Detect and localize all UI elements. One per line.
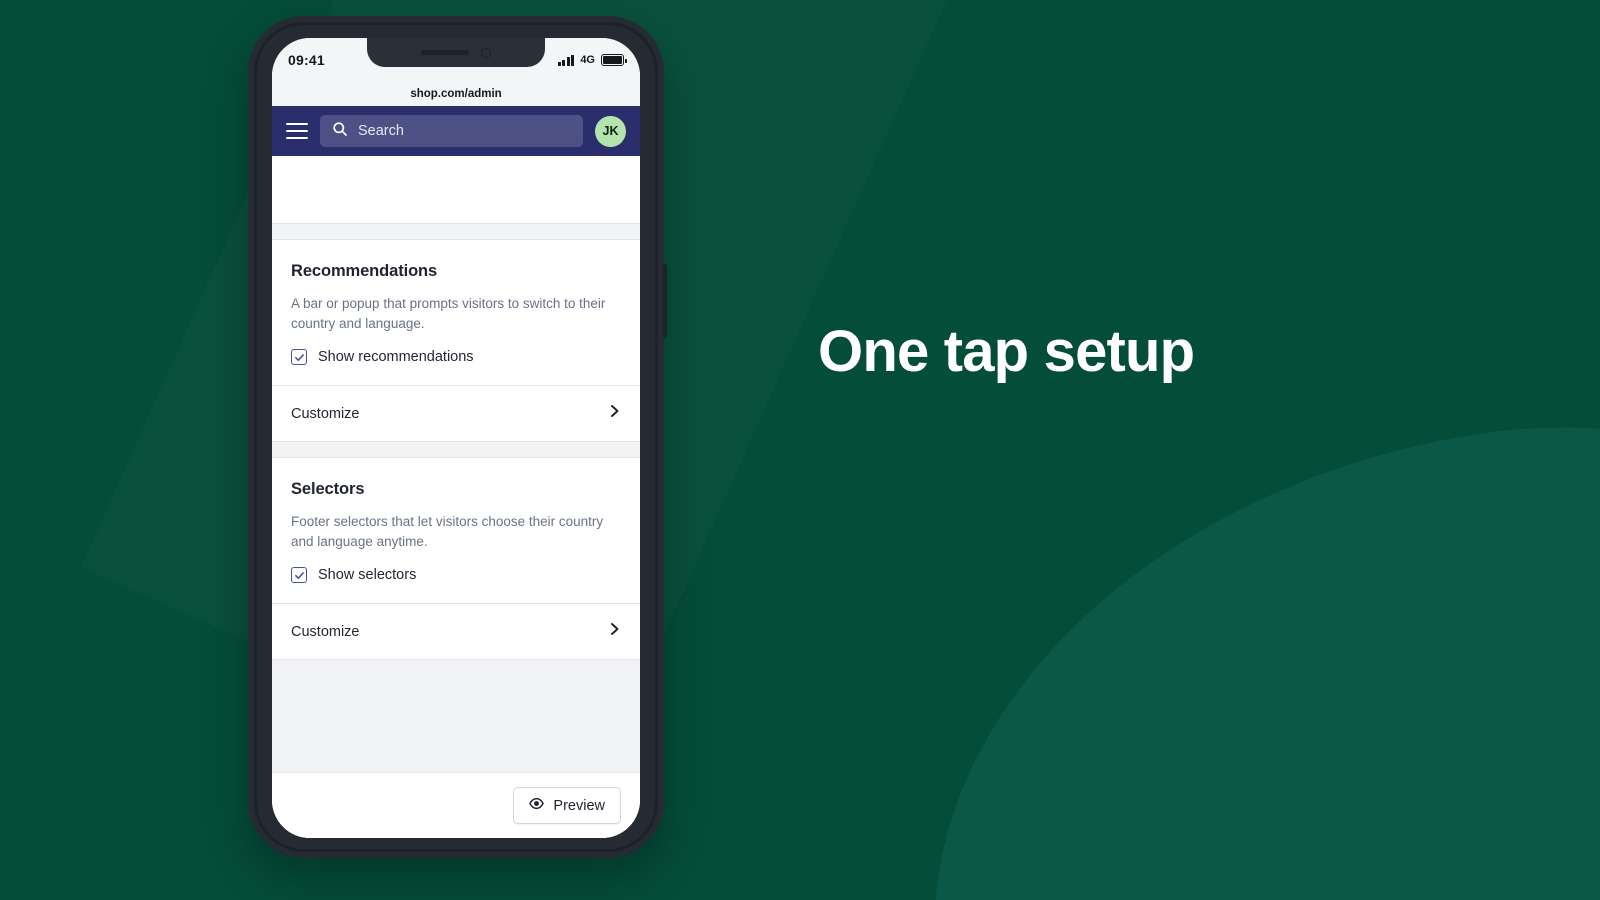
- card-action-label: Customize: [291, 405, 360, 422]
- card-selectors: Selectors Footer selectors that let visi…: [272, 457, 640, 661]
- app-page-content: Recommendations A bar or popup that prom…: [272, 156, 640, 838]
- chevron-right-icon: [609, 621, 621, 642]
- eye-icon: [529, 796, 545, 815]
- card-recommendations: Recommendations A bar or popup that prom…: [272, 239, 640, 443]
- page-title: One tap setup: [818, 319, 1195, 384]
- phone-screen: 09:41 4G shop.com/admin Search JK Recomm…: [272, 38, 640, 838]
- battery-full-icon: [601, 54, 627, 66]
- app-top-nav: Search JK: [272, 106, 640, 156]
- hamburger-menu-icon[interactable]: [286, 122, 308, 140]
- phone-side-button[interactable]: [663, 264, 667, 338]
- signal-bars-icon: [557, 54, 575, 66]
- phone-mockup: 09:41 4G shop.com/admin Search JK Recomm…: [248, 16, 667, 858]
- card-action-label: Customize: [291, 623, 360, 640]
- card-body: Selectors Footer selectors that let visi…: [272, 458, 640, 603]
- card-action-customize[interactable]: Customize: [272, 385, 640, 441]
- card-description: A bar or popup that prompts visitors to …: [291, 296, 606, 331]
- checkbox-show-recommendations[interactable]: Show recommendations: [291, 349, 621, 366]
- card-description: Footer selectors that let visitors choos…: [291, 514, 604, 549]
- card-title: Selectors: [291, 480, 365, 499]
- background-blob-bottom-right: [867, 358, 1600, 900]
- status-bar: 09:41 4G: [272, 38, 640, 82]
- url-text: shop.com/admin: [410, 88, 502, 100]
- preview-button[interactable]: Preview: [513, 787, 621, 824]
- avatar[interactable]: JK: [595, 115, 626, 147]
- checkbox-label: Show recommendations: [318, 349, 474, 366]
- search-input[interactable]: Search: [320, 115, 583, 147]
- card-title: Recommendations: [291, 262, 438, 280]
- checkbox-label: Show selectors: [318, 567, 417, 584]
- chevron-right-icon: [609, 403, 621, 424]
- status-indicators: 4G: [557, 54, 627, 66]
- phone-notch: [367, 38, 545, 67]
- front-camera-icon: [481, 47, 491, 58]
- preview-button-label: Preview: [553, 797, 605, 814]
- page-root: One tap setup 09:41 4G shop.com/admin Se…: [0, 0, 1600, 900]
- network-label: 4G: [580, 54, 595, 66]
- page-header-placeholder: [272, 156, 640, 224]
- speaker-grille-icon: [421, 50, 469, 55]
- checkbox-checked-icon: [291, 349, 307, 366]
- status-time: 09:41: [288, 52, 325, 68]
- checkbox-show-selectors[interactable]: Show selectors: [291, 567, 621, 584]
- page-footer-bar: Preview: [272, 772, 640, 838]
- browser-url-bar[interactable]: shop.com/admin: [272, 82, 640, 106]
- search-placeholder: Search: [358, 123, 404, 139]
- checkbox-checked-icon: [291, 567, 307, 584]
- card-action-customize[interactable]: Customize: [272, 603, 640, 659]
- card-body: Recommendations A bar or popup that prom…: [272, 240, 640, 385]
- search-icon: [332, 121, 348, 142]
